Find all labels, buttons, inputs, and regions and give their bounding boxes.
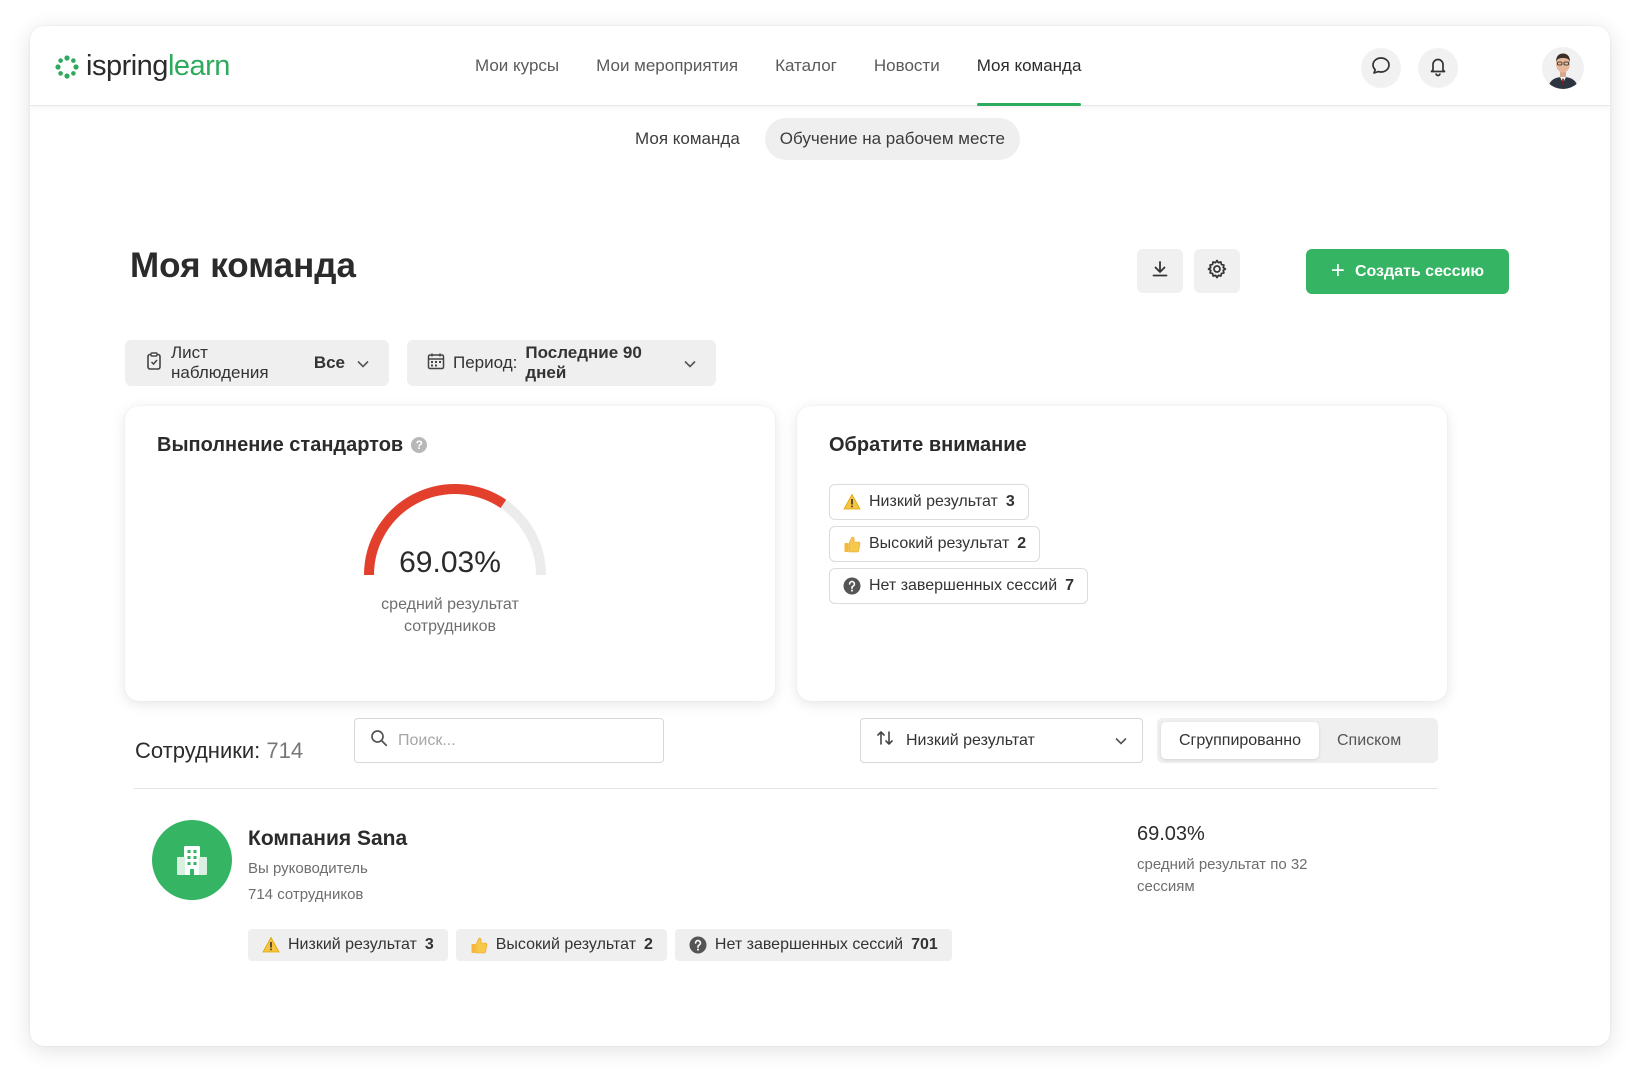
standards-subtitle-line2: сотрудников (404, 618, 496, 635)
question-icon (689, 936, 707, 954)
attention-chip-count: 7 (1065, 577, 1075, 594)
period-filter-label: Период: (453, 353, 518, 372)
observation-filter-value: Все (313, 353, 345, 372)
settings-button[interactable] (1194, 249, 1240, 293)
bell-icon (1427, 55, 1449, 82)
logo[interactable]: ispringlearn (54, 50, 230, 83)
company-employees: 714 сотрудников (248, 886, 364, 903)
employees-label: Сотрудники: (135, 738, 261, 763)
observation-sheet-filter[interactable]: Лист наблюдения Все (125, 340, 389, 386)
download-icon (1150, 259, 1170, 284)
observation-filter-label: Лист наблюдения (171, 343, 269, 382)
chevron-down-icon (684, 353, 696, 373)
plus-icon: + (1330, 256, 1345, 284)
company-score-subtitle: средний результат по 32 сессиям (1137, 856, 1308, 895)
attention-chip-label: Низкий результат (869, 493, 998, 510)
warning-icon (843, 493, 861, 511)
attention-chip-count: 2 (1017, 535, 1027, 552)
help-icon[interactable]: ? (411, 437, 428, 453)
company-role: Вы руководитель (248, 860, 368, 877)
company-tag-count: 2 (644, 936, 653, 953)
standards-card-title: Выполнение стандартов? (157, 434, 428, 457)
standards-subtitle: средний результат сотрудников (125, 594, 775, 638)
standards-value: 69.03% (399, 546, 501, 579)
view-grouped-button[interactable]: Сгруппированно (1161, 722, 1319, 759)
company-tag-no-sessions[interactable]: Нет завершенных сессий 701 (674, 929, 952, 961)
search-input[interactable] (398, 731, 638, 750)
create-session-label: Создать сессию (1354, 262, 1485, 280)
logo-text-ispring: ispring (86, 50, 168, 82)
avatar[interactable] (1542, 47, 1584, 89)
attention-chip-count: 3 (1005, 493, 1015, 510)
page-title: Моя команда (130, 246, 356, 285)
nav-my-courses[interactable]: Мои курсы (475, 26, 559, 106)
company-tag-label: Нет завершенных сессий (714, 936, 904, 953)
clipboard-icon (145, 351, 163, 376)
nav-my-events[interactable]: Мои мероприятия (596, 26, 738, 106)
attention-chip-label: Нет завершенных сессий (869, 577, 1058, 594)
attention-card-title: Обратите внимание (829, 434, 1027, 456)
sort-dropdown[interactable]: Низкий результат (860, 718, 1143, 763)
company-tag-count: 3 (424, 936, 434, 953)
attention-list: Низкий результат 3 Высокий результат 2 Н… (829, 484, 1089, 610)
company-tag-label: Низкий результат (288, 936, 417, 953)
company-building-icon (152, 820, 232, 900)
top-bar: ispringlearn Мои курсы Мои мероприятия К… (30, 26, 1610, 106)
thumbs-up-icon (470, 936, 488, 954)
period-filter-value: Последние 90 дней (525, 343, 642, 382)
search-icon (370, 729, 388, 752)
period-filter[interactable]: Период: Последние 90 дней (407, 340, 716, 386)
chevron-down-icon (1115, 732, 1127, 750)
company-tag-label: Высокий результат (495, 936, 637, 953)
create-session-button[interactable]: + Создать сессию (1306, 249, 1509, 294)
nav-catalog[interactable]: Каталог (775, 26, 837, 106)
divider (134, 788, 1438, 789)
subtab-my-team[interactable]: Моя команда (620, 118, 755, 160)
chevron-down-icon (357, 353, 369, 373)
company-tag-high-result[interactable]: Высокий результат 2 (455, 929, 667, 961)
company-score: 69.03% (1137, 823, 1205, 845)
sub-tabs: Моя команда Обучение на рабочем месте (30, 118, 1610, 160)
employees-count: 714 (266, 738, 304, 763)
view-toggle: Сгруппированно Списком (1157, 718, 1438, 763)
view-list-button[interactable]: Списком (1319, 722, 1419, 759)
thumbs-up-icon (843, 535, 861, 553)
app-window: ispringlearn Мои курсы Мои мероприятия К… (30, 26, 1610, 1046)
subtab-on-the-job-training[interactable]: Обучение на рабочем месте (764, 118, 1020, 160)
search-field[interactable] (354, 718, 664, 763)
main-nav: Мои курсы Мои мероприятия Каталог Новост… (475, 26, 1118, 106)
company-tag-low-result[interactable]: Низкий результат 3 (248, 929, 448, 961)
attention-chip-no-sessions[interactable]: Нет завершенных сессий 7 (829, 568, 1089, 604)
gear-icon (1206, 258, 1228, 285)
sort-value: Низкий результат (906, 731, 1035, 749)
warning-icon (262, 936, 280, 954)
employees-count-label: Сотрудники: 714 (135, 738, 303, 764)
company-name[interactable]: Компания Sana (248, 827, 407, 851)
attention-chip-label: Высокий результат (869, 535, 1010, 552)
attention-chip-low-result[interactable]: Низкий результат 3 (829, 484, 1029, 520)
question-icon (843, 577, 861, 595)
logo-text: ispringlearn (86, 50, 230, 83)
nav-my-team[interactable]: Моя команда (976, 26, 1081, 106)
notifications-button[interactable] (1418, 48, 1458, 88)
attention-card: Обратите внимание Низкий результат 3 Выс… (797, 406, 1447, 701)
calendar-icon (427, 352, 445, 375)
standards-card: Выполнение стандартов? 69.03% средний ре… (125, 406, 775, 701)
chat-icon (1370, 55, 1392, 82)
company-tag-count: 701 (911, 936, 938, 953)
nav-news[interactable]: Новости (874, 26, 940, 106)
download-button[interactable] (1137, 249, 1183, 293)
attention-chip-high-result[interactable]: Высокий результат 2 (829, 526, 1041, 562)
standards-title-text: Выполнение стандартов (157, 434, 404, 456)
logo-text-learn: learn (167, 50, 231, 82)
chat-button[interactable] (1361, 48, 1401, 88)
standards-subtitle-line1: средний результат (381, 596, 519, 613)
sort-icon (876, 729, 894, 752)
logo-icon (54, 54, 80, 80)
company-tags: Низкий результат 3 Высокий результат 2 Н… (248, 929, 960, 961)
